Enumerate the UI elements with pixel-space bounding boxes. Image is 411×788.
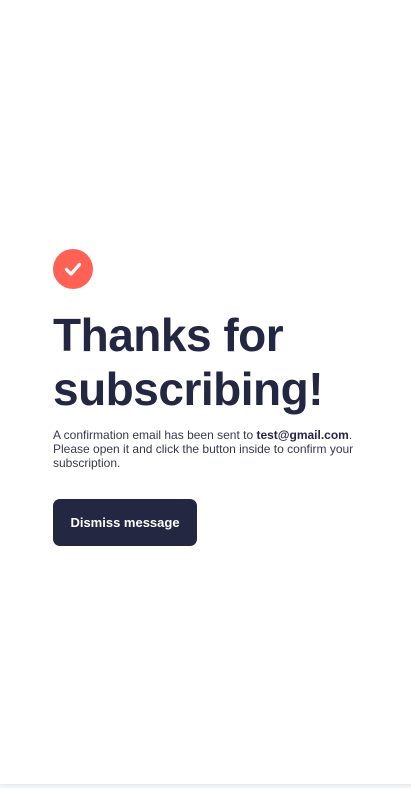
- confirmation-card: Thanks for subscribing! A confirmation e…: [0, 0, 411, 784]
- page-title: Thanks for subscribing!: [53, 309, 324, 415]
- confirmation-message: A confirmation email has been sent to te…: [53, 428, 363, 470]
- email-address: test@gmail.com: [256, 428, 349, 442]
- dismiss-message-button[interactable]: Dismiss message: [53, 499, 197, 546]
- message-prefix: A confirmation email has been sent to: [53, 428, 257, 442]
- check-circle-icon: [53, 249, 93, 289]
- checkmark-icon: [64, 262, 82, 276]
